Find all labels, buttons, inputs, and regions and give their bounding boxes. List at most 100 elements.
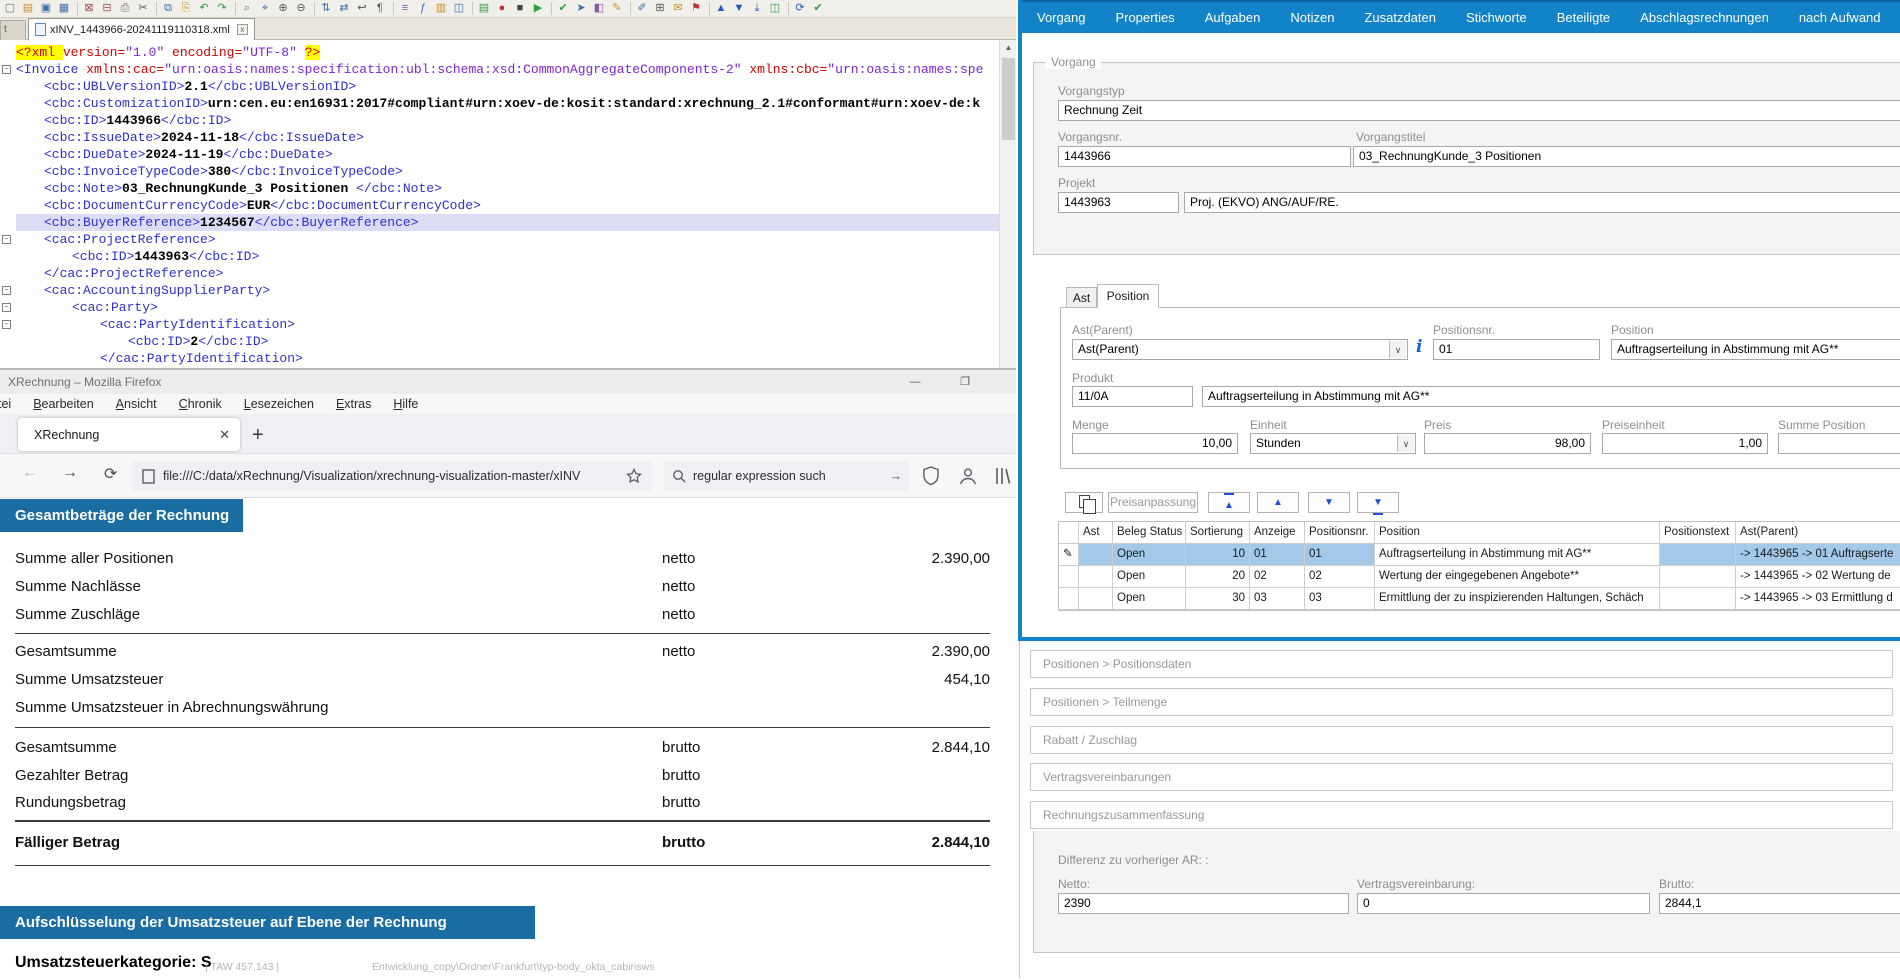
column-header-postext[interactable]: Positionstext bbox=[1660, 522, 1736, 544]
cell-postext[interactable] bbox=[1660, 588, 1736, 610]
save-all-icon[interactable]: ▦ bbox=[56, 1, 72, 16]
positions-table[interactable]: AstBeleg StatusSortierungAnzeigePosition… bbox=[1058, 521, 1900, 611]
erp-tab-stichworte[interactable]: Stichworte bbox=[1451, 10, 1542, 25]
column-header-position[interactable]: Position bbox=[1375, 522, 1660, 544]
xml-line[interactable]: <cbc:ID>2</cbc:ID> bbox=[16, 333, 1000, 350]
xml-line[interactable]: <cac:PartyIdentification> bbox=[16, 316, 1000, 333]
copy-icon[interactable]: ⧉ bbox=[160, 1, 176, 16]
erp-tab-vorgang[interactable]: Vorgang bbox=[1022, 10, 1100, 25]
preisanpassung-button[interactable]: Preisanpassung bbox=[1108, 492, 1198, 513]
shield-icon[interactable] bbox=[922, 466, 940, 486]
xml-line[interactable]: <cbc:InvoiceTypeCode>380</cbc:InvoiceTyp… bbox=[16, 163, 1000, 180]
print-icon[interactable]: ⎙ bbox=[117, 1, 133, 16]
cell-ast[interactable] bbox=[1079, 588, 1113, 610]
cell-position[interactable]: Wertung der eingegebenen Angebote** bbox=[1375, 566, 1660, 588]
func-list-icon[interactable]: ƒ bbox=[415, 1, 431, 16]
cell-anzeige[interactable]: 03 bbox=[1250, 588, 1305, 610]
chevron-down-icon[interactable]: ∨ bbox=[1389, 341, 1406, 358]
table-row[interactable]: Open200202Wertung der eingegebenen Angeb… bbox=[1059, 566, 1900, 588]
cell-astparent[interactable]: -> 1443965 -> 01 Auftragserte bbox=[1736, 544, 1900, 566]
redo-icon[interactable]: ↷ bbox=[214, 1, 230, 16]
projekt-nr-field[interactable]: 1443963 bbox=[1058, 192, 1179, 213]
back-icon[interactable]: ← bbox=[22, 464, 38, 482]
cell-sort[interactable]: 30 bbox=[1186, 588, 1250, 610]
cell-astparent[interactable]: -> 1443965 -> 02 Wertung de bbox=[1736, 566, 1900, 588]
cell-sort[interactable]: 10 bbox=[1186, 544, 1250, 566]
search-bar[interactable]: regular expression such → bbox=[664, 461, 910, 491]
vorgangstyp-field[interactable]: Rechnung Zeit bbox=[1058, 100, 1900, 121]
save-icon[interactable]: ▣ bbox=[38, 1, 54, 16]
accept-icon[interactable]: ✔ bbox=[810, 1, 826, 16]
find-icon[interactable]: ⌕ bbox=[239, 1, 255, 16]
column-header-status[interactable]: Beleg Status bbox=[1113, 522, 1186, 544]
bookmark-star-icon[interactable] bbox=[626, 468, 642, 484]
produkt-code-field[interactable]: 11/0A bbox=[1072, 386, 1193, 407]
column-header-sel[interactable] bbox=[1059, 522, 1079, 544]
fold-toggle-icon[interactable]: – bbox=[2, 286, 11, 295]
library-icon[interactable] bbox=[994, 466, 1012, 486]
url-text[interactable]: file:///C:/data/xRechnung/Visualization/… bbox=[163, 469, 625, 483]
table-row[interactable]: ✎Open100101Auftragserteilung in Abstimmu… bbox=[1059, 544, 1900, 566]
xml-line[interactable]: <?xml version="1.0" encoding="UTF-8" ?> bbox=[16, 44, 1000, 61]
firefox-title-bar[interactable]: XRechnung – Mozilla Firefox bbox=[0, 370, 1016, 394]
arrow-dl-icon[interactable]: ⤓ bbox=[749, 1, 765, 16]
preis-field[interactable]: 98,00 bbox=[1424, 433, 1591, 454]
doc-map-icon[interactable]: ◫ bbox=[451, 1, 467, 16]
column-header-sort[interactable]: Sortierung bbox=[1186, 522, 1250, 544]
cell-postext[interactable] bbox=[1660, 566, 1736, 588]
preiseinheit-field[interactable]: 1,00 bbox=[1602, 433, 1768, 454]
section-header-rabatt-zuschlag[interactable]: Rabatt / Zuschlag bbox=[1030, 726, 1893, 754]
macro-save-icon[interactable]: ✔ bbox=[555, 1, 571, 16]
xml-line[interactable]: <cbc:CustomizationID>urn:cen.eu:en16931:… bbox=[16, 95, 1000, 112]
positionsnr-field[interactable]: 01 bbox=[1433, 339, 1600, 360]
up-icon[interactable]: ▲ bbox=[713, 1, 729, 16]
indent-guide-icon[interactable]: ≡ bbox=[397, 1, 413, 16]
produkt-name-field[interactable]: Auftragserteilung in Abstimmung mit AG** bbox=[1202, 386, 1900, 407]
menu-item-extras[interactable]: Extras bbox=[336, 397, 371, 411]
xml-line[interactable]: <cac:AccountingSupplierParty> bbox=[16, 282, 1000, 299]
cut-icon[interactable]: ✂ bbox=[135, 1, 151, 16]
md-view-icon[interactable]: ◧ bbox=[591, 1, 607, 16]
vorgangstitel-field[interactable]: 03_RechnungKunde_3 Positionen bbox=[1353, 146, 1900, 167]
menu-item-hilfe[interactable]: Hilfe bbox=[393, 397, 418, 411]
scroll-up-icon[interactable]: ▲ bbox=[1001, 40, 1016, 55]
section-header-vertragsvereinbarungen[interactable]: Vertragsvereinbarungen bbox=[1030, 763, 1893, 791]
run-icon[interactable]: ➤ bbox=[573, 1, 589, 16]
xml-line[interactable]: <cac:ProjectReference> bbox=[16, 231, 1000, 248]
xml-line[interactable]: <cbc:IssueDate>2024-11-18</cbc:IssueDate… bbox=[16, 129, 1000, 146]
cell-status[interactable]: Open bbox=[1113, 566, 1186, 588]
refresh-icon[interactable]: ⟳ bbox=[792, 1, 808, 16]
menu-item-chronik[interactable]: Chronik bbox=[179, 397, 222, 411]
open-folder-icon[interactable]: ▤ bbox=[20, 1, 36, 16]
zoom-out-icon[interactable]: ⊖ bbox=[293, 1, 309, 16]
search-go-icon[interactable]: → bbox=[890, 469, 903, 483]
move-top-button[interactable]: ▲ bbox=[1208, 492, 1250, 513]
erp-tab-zusatzdaten[interactable]: Zusatzdaten bbox=[1349, 10, 1451, 25]
brutto-field[interactable]: 2844,1 bbox=[1659, 893, 1900, 914]
grid-icon[interactable]: ⊞ bbox=[652, 1, 668, 16]
cell-sort[interactable]: 20 bbox=[1186, 566, 1250, 588]
xml-line[interactable]: </cac:PartyIdentification> bbox=[16, 350, 1000, 367]
xml-line[interactable]: <cbc:ID>1443966</cbc:ID> bbox=[16, 112, 1000, 129]
mail-icon[interactable]: ✉ bbox=[670, 1, 686, 16]
url-bar[interactable]: file:///C:/data/xRechnung/Visualization/… bbox=[132, 461, 652, 491]
cell-ast[interactable] bbox=[1079, 544, 1113, 566]
erp-tab-notizen[interactable]: Notizen bbox=[1275, 10, 1349, 25]
column-header-ast[interactable]: Ast bbox=[1079, 522, 1113, 544]
cell-position[interactable]: Auftragserteilung in Abstimmung mit AG** bbox=[1375, 544, 1660, 566]
maximize-button[interactable]: ❐ bbox=[950, 372, 980, 392]
new-file-icon[interactable]: ▢ bbox=[2, 1, 18, 16]
xml-line[interactable]: <cac:Party> bbox=[16, 299, 1000, 316]
zoom-in-icon[interactable]: ⊕ bbox=[275, 1, 291, 16]
cell-sel[interactable]: ✎ bbox=[1059, 544, 1079, 566]
chevron-down-icon[interactable]: ∨ bbox=[1397, 435, 1414, 452]
einheit-combobox[interactable]: Stunden ∨ bbox=[1250, 433, 1416, 454]
new-tab-button[interactable]: + bbox=[252, 424, 264, 447]
npp-tab-partial[interactable]: t bbox=[0, 20, 26, 40]
close-all-icon[interactable]: ⊟ bbox=[99, 1, 115, 16]
search-text[interactable]: regular expression such bbox=[693, 469, 826, 483]
split-icon[interactable]: ◫ bbox=[767, 1, 783, 16]
fold-toggle-icon[interactable]: – bbox=[2, 65, 11, 74]
close-icon[interactable]: ⊠ bbox=[81, 1, 97, 16]
firefox-tab-xrechnung[interactable]: XRechnung ✕ bbox=[18, 418, 240, 451]
